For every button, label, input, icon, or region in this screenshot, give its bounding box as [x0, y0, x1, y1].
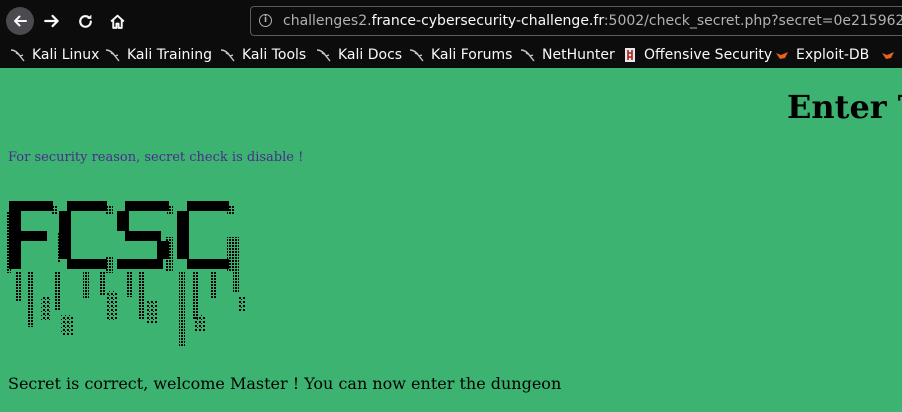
page-heading: Enter T — [787, 88, 902, 126]
bookmark-kali-linux[interactable]: Kali Linux — [10, 42, 99, 68]
kali-dragon-icon — [220, 49, 235, 62]
url-text: challenges2.france-cybersecurity-challen… — [283, 7, 902, 35]
kali-dragon-icon — [10, 49, 25, 62]
bookmark-label: Offensive Security — [644, 47, 773, 63]
url-path: :5002/check_secret.php?secret=0e21596201… — [603, 13, 902, 29]
bookmark-kali-tools[interactable]: Kali Tools — [220, 42, 306, 68]
back-button[interactable] — [6, 7, 34, 35]
reload-icon — [78, 14, 92, 28]
bookmark-offensive-security[interactable]: Offensive Security — [622, 42, 772, 68]
bookmark-label: Kali Forums — [431, 47, 513, 63]
bookmark-kali-docs[interactable]: Kali Docs — [316, 42, 402, 68]
bookmark-label: NetHunter — [542, 47, 615, 63]
address-bar[interactable]: i challenges2.france-cybersecurity-chall… — [250, 6, 902, 36]
bookmark-exploit-db[interactable]: Exploit-DB — [774, 42, 869, 68]
fcsc-logo — [7, 197, 247, 353]
bookmark-label: Kali Docs — [338, 47, 403, 63]
reload-button[interactable] — [71, 7, 99, 35]
arrow-right-icon — [44, 14, 59, 28]
bookmark-kali-training[interactable]: Kali Training — [105, 42, 212, 68]
security-notice: For security reason, secret check is dis… — [8, 150, 304, 165]
kali-dragon-icon — [316, 49, 331, 62]
success-message: Secret is correct, welcome Master ! You … — [8, 374, 562, 393]
bookmark-nethunter[interactable]: NetHunter — [520, 42, 615, 68]
url-subdomain: challenges2. — [283, 13, 372, 29]
exploit-db-icon — [882, 52, 894, 59]
exploit-db-icon — [776, 52, 788, 59]
site-info-icon[interactable]: i — [259, 14, 272, 27]
offsec-icon — [625, 48, 635, 62]
browser-toolbar: i challenges2.france-cybersecurity-chall… — [0, 0, 902, 42]
home-icon — [109, 14, 125, 29]
bookmark-label: Kali Training — [127, 47, 212, 63]
arrow-left-icon — [14, 15, 27, 27]
kali-dragon-icon — [105, 49, 120, 62]
kali-dragon-icon — [520, 49, 535, 62]
home-button[interactable] — [103, 7, 131, 35]
bookmarks-bar: Kali Linux Kali Training Kali Tools Kali… — [0, 42, 902, 68]
bookmark-label: Kali Linux — [32, 47, 100, 63]
bookmark-kali-forums[interactable]: Kali Forums — [409, 42, 512, 68]
bookmark-overflow[interactable] — [880, 42, 902, 68]
url-host: france-cybersecurity-challenge.fr — [371, 13, 604, 29]
fcsc-ascii-logo-image — [7, 201, 245, 347]
bookmark-label: Kali Tools — [242, 47, 307, 63]
kali-dragon-icon — [409, 49, 424, 62]
forward-button[interactable] — [38, 7, 66, 35]
bookmark-label: Exploit-DB — [796, 47, 870, 63]
